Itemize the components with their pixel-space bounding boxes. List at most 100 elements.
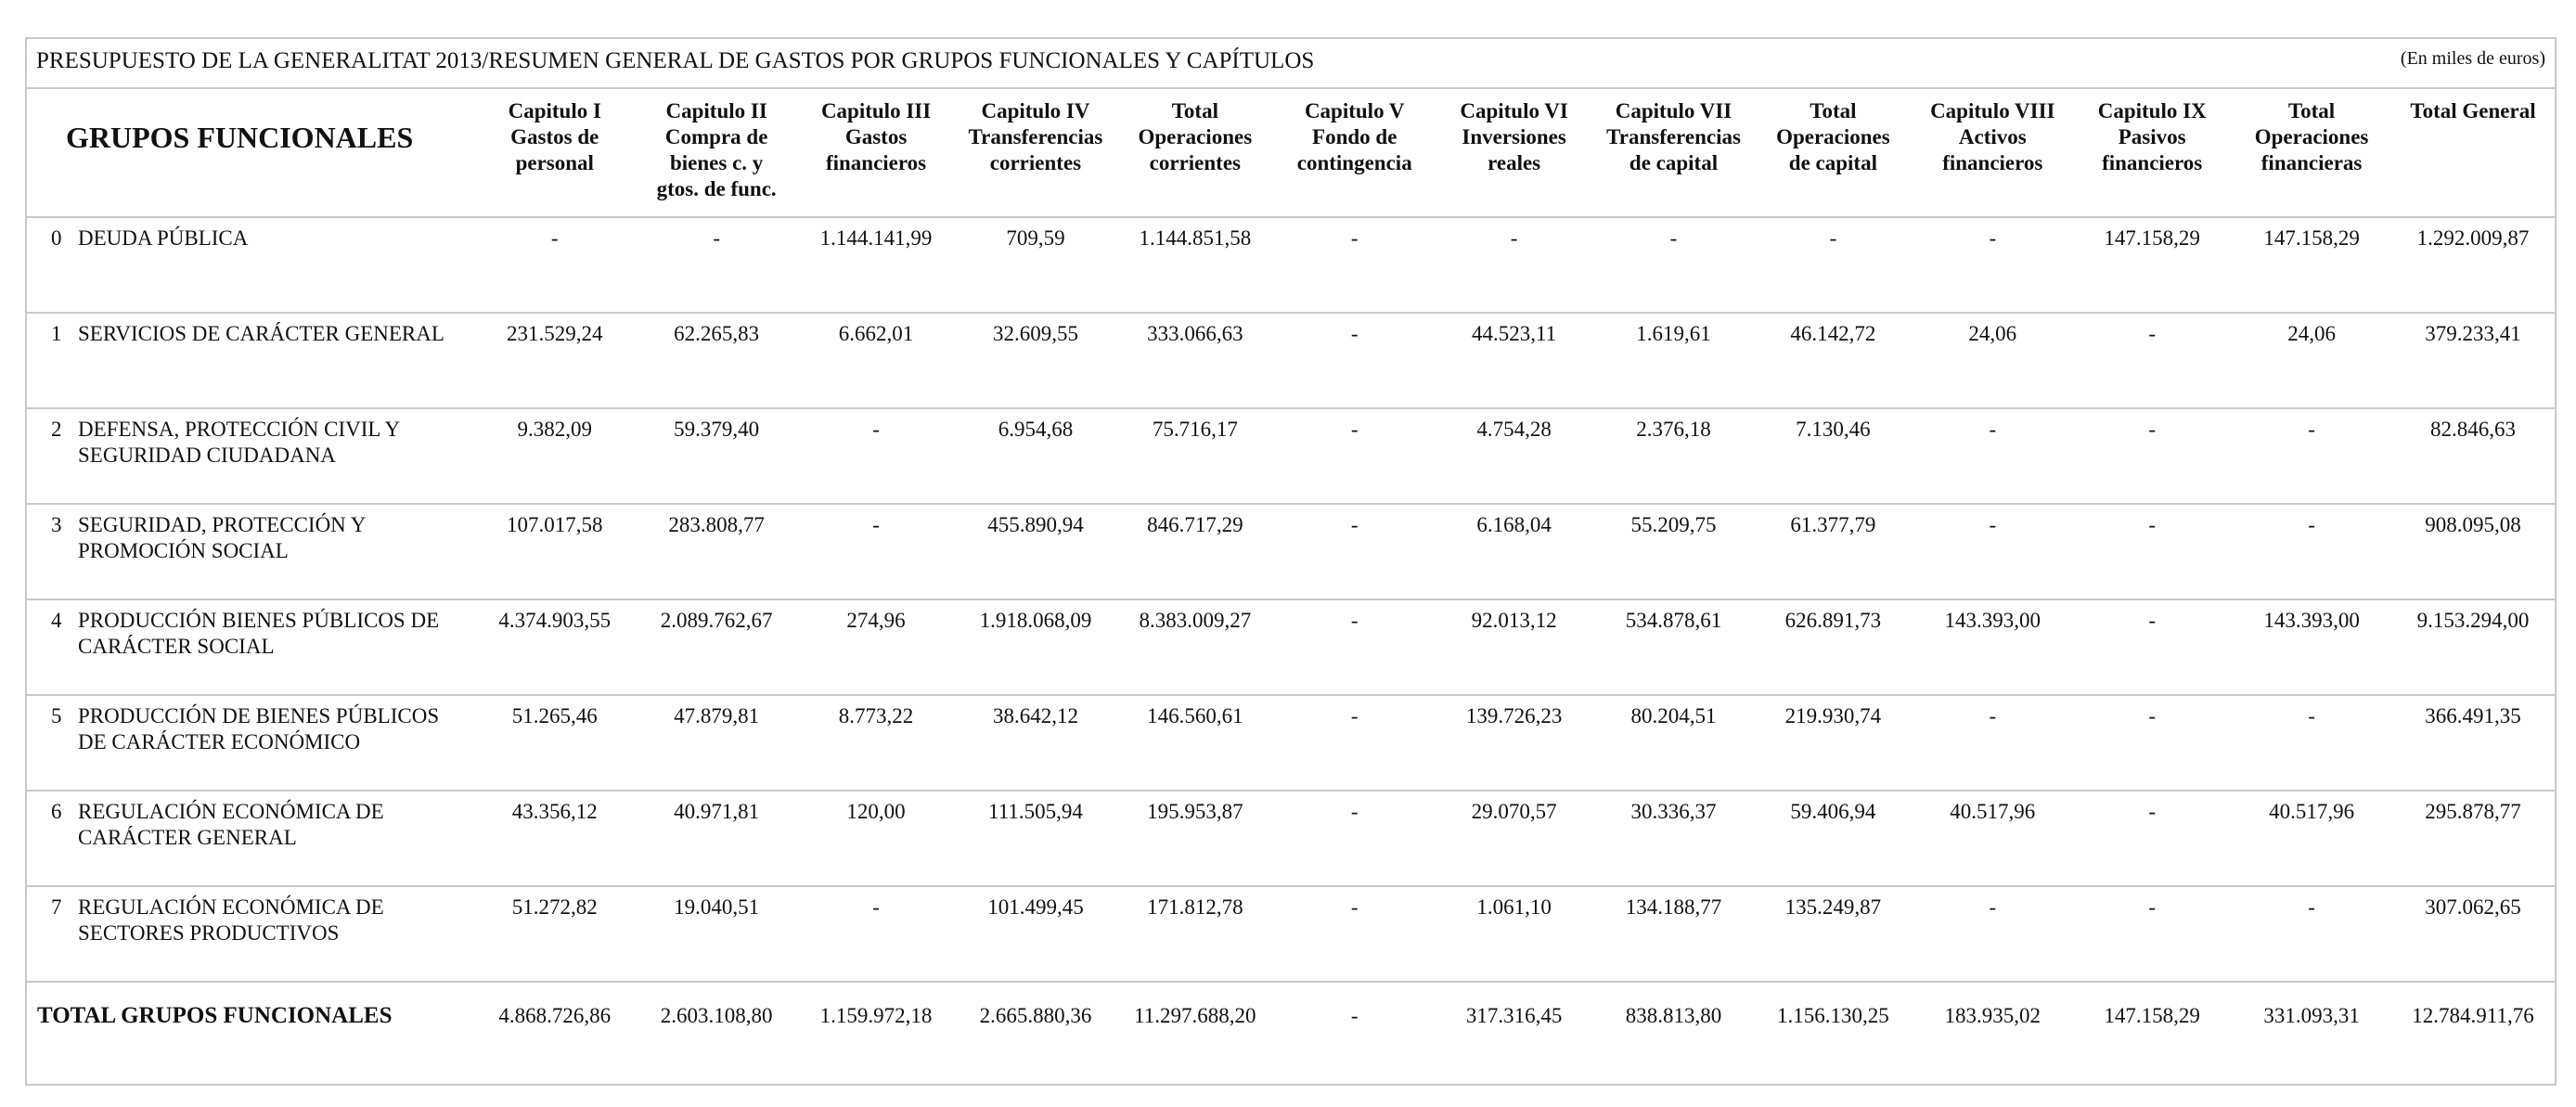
value-cell: 333.066,63 — [1114, 313, 1275, 409]
total-value-cell: 838.813,80 — [1625, 1004, 1722, 1027]
value-cell: - — [1753, 217, 1913, 314]
total-label: TOTAL GRUPOS FUNCIONALES — [37, 1003, 393, 1028]
value-cell: - — [637, 217, 797, 314]
group-name: SEGURIDAD, PROTECCIÓN Y PROMOCIÓN SOCIAL — [78, 513, 366, 562]
group-name: DEFENSA, PROTECCIÓN CIVIL Y SEGURIDAD CI… — [78, 418, 400, 467]
group-name: REGULACIÓN ECONÓMICA DE SECTORES PRODUCT… — [78, 895, 384, 945]
value-cell: 139.726,23 — [1434, 695, 1594, 792]
value-cell: 30.336,37 — [1593, 791, 1754, 887]
value-cell: 143.393,00 — [1913, 599, 2073, 696]
value-cell: 709,59 — [956, 217, 1115, 314]
column-header: Capitulo IV Transferencias corrientes — [956, 89, 1115, 218]
value-cell: 38.642,12 — [956, 695, 1115, 792]
column-header: Capitulo IX Pasivos financieros — [2072, 89, 2233, 218]
group-code: 3 — [51, 513, 62, 536]
value-cell: 111.505,94 — [956, 791, 1115, 887]
value-cell: 92.013,12 — [1434, 599, 1594, 696]
column-header: Capitulo VI Inversiones reales — [1434, 89, 1594, 218]
value-cell: 283.808,77 — [637, 504, 797, 600]
value-cell: 8.383.009,27 — [1114, 599, 1275, 696]
value-cell: - — [2072, 313, 2233, 409]
value-cell: 147.158,29 — [2232, 217, 2392, 314]
column-header: Total Operaciones de capital — [1753, 89, 1913, 218]
table-row: 4 PRODUCCIÓN BIENES PÚBLICOS DE CARÁCTER … — [27, 599, 2555, 696]
group-code: 0 — [51, 226, 62, 250]
budget-report: PRESUPUESTO DE LA GENERALITAT 2013/RESUM… — [25, 37, 2557, 1086]
functional-group-cell: 6 REGULACIÓN ECONÓMICA DE CARÁCTER GENERA… — [27, 791, 473, 887]
value-cell: 6.954,68 — [956, 408, 1115, 505]
total-label-cell: TOTAL GRUPOS FUNCIONALES — [27, 982, 472, 1076]
group-name: REGULACIÓN ECONÓMICA DE CARÁCTER GENERAL — [78, 800, 384, 849]
value-cell: - — [796, 886, 956, 983]
value-cell: - — [1274, 313, 1435, 409]
value-cell: - — [796, 408, 956, 505]
value-cell: 4.754,28 — [1434, 408, 1594, 505]
value-cell: 135.249,87 — [1753, 886, 1913, 983]
value-cell: 1.619,61 — [1593, 313, 1754, 409]
total-value-cell: 11.297.688,20 — [1134, 1004, 1256, 1027]
groups-column-header: GRUPOS FUNCIONALES — [27, 89, 473, 218]
value-cell: - — [2232, 408, 2392, 505]
functional-group-cell: 0 DEUDA PÚBLICA — [27, 217, 473, 314]
header-row: GRUPOS FUNCIONALES Capitulo I Gastos de … — [27, 89, 2555, 218]
value-cell: 6.662,01 — [796, 313, 956, 409]
group-code: 7 — [51, 895, 62, 919]
value-cell: 295.878,77 — [2391, 791, 2555, 887]
total-value-cell: 331.093,31 — [2263, 1004, 2360, 1027]
value-cell: 19.040,51 — [637, 886, 797, 983]
value-cell: 171.812,78 — [1114, 886, 1275, 983]
value-cell: 6.168,04 — [1434, 504, 1594, 600]
value-cell: - — [2072, 886, 2233, 983]
value-cell: 120,00 — [796, 791, 956, 887]
value-cell: 40.971,81 — [637, 791, 797, 887]
total-row: TOTAL GRUPOS FUNCIONALES 4.868.726,86 2.60… — [27, 982, 2555, 1076]
value-cell: 9.153.294,00 — [2391, 599, 2555, 696]
value-cell: 9.382,09 — [472, 408, 638, 505]
column-header: Capitulo II Compra de bienes c. y gtos. … — [637, 89, 797, 218]
table-header: GRUPOS FUNCIONALES Capitulo I Gastos de … — [27, 89, 2555, 218]
value-cell: 55.209,75 — [1593, 504, 1754, 600]
value-cell: 134.188,77 — [1593, 886, 1754, 983]
column-header: Total Operaciones corrientes — [1114, 89, 1275, 218]
column-header: Capitulo VIII Activos financieros — [1913, 89, 2073, 218]
value-cell: - — [2232, 695, 2392, 792]
group-code: 6 — [51, 800, 62, 823]
value-cell: 143.393,00 — [2232, 599, 2392, 696]
value-cell: 1.144.851,58 — [1114, 217, 1275, 314]
value-cell: 231.529,24 — [472, 313, 638, 409]
total-value-cell: 183.935,02 — [1944, 1004, 2041, 1027]
value-cell: 43.356,12 — [472, 791, 638, 887]
units-note: (En miles de euros) — [2400, 48, 2545, 69]
value-cell: 1.144.141,99 — [796, 217, 956, 314]
total-value-cell: 2.665.880,36 — [979, 1004, 1092, 1027]
value-cell: 534.878,61 — [1593, 599, 1754, 696]
value-cell: 908.095,08 — [2391, 504, 2555, 600]
value-cell: - — [1274, 886, 1435, 983]
functional-group-cell: 7 REGULACIÓN ECONÓMICA DE SECTORES PRODUC… — [27, 886, 473, 983]
total-value-cell: 2.603.108,80 — [660, 1004, 773, 1027]
budget-table: GRUPOS FUNCIONALES Capitulo I Gastos de … — [27, 89, 2555, 1076]
value-cell: 455.890,94 — [956, 504, 1115, 600]
value-cell: - — [472, 217, 638, 314]
group-name: DEUDA PÚBLICA — [78, 226, 249, 250]
value-cell: - — [1913, 886, 2073, 983]
value-cell: 2.089.762,67 — [637, 599, 797, 696]
column-header: Capitulo III Gastos financieros — [796, 89, 956, 218]
group-code: 5 — [51, 704, 62, 727]
group-name: PRODUCCIÓN DE BIENES PÚBLICOS DE CARÁCTE… — [78, 704, 440, 753]
value-cell: - — [796, 504, 956, 600]
value-cell: - — [2072, 695, 2233, 792]
value-cell: 32.609,55 — [956, 313, 1115, 409]
total-value-cell: 317.316,45 — [1465, 1004, 1563, 1027]
total-value-cell: 4.868.726,86 — [498, 1004, 612, 1027]
group-code: 2 — [51, 418, 62, 441]
table-row: 0 DEUDA PÚBLICA - -1.144.141,99 709,59 1.144.… — [27, 217, 2555, 314]
functional-group-cell: 5 PRODUCCIÓN DE BIENES PÚBLICOS DE CARÁCT… — [27, 695, 473, 792]
value-cell: - — [2072, 599, 2233, 696]
value-cell: - — [1274, 599, 1435, 696]
group-code: 4 — [51, 609, 62, 632]
table-row: 2 DEFENSA, PROTECCIÓN CIVIL Y SEGURIDAD C… — [27, 408, 2555, 505]
table-row: 3 SEGURIDAD, PROTECCIÓN Y PROMOCIÓN SOCIA… — [27, 504, 2555, 600]
table-row: 7 REGULACIÓN ECONÓMICA DE SECTORES PRODUC… — [27, 886, 2555, 983]
value-cell: 146.560,61 — [1114, 695, 1275, 792]
